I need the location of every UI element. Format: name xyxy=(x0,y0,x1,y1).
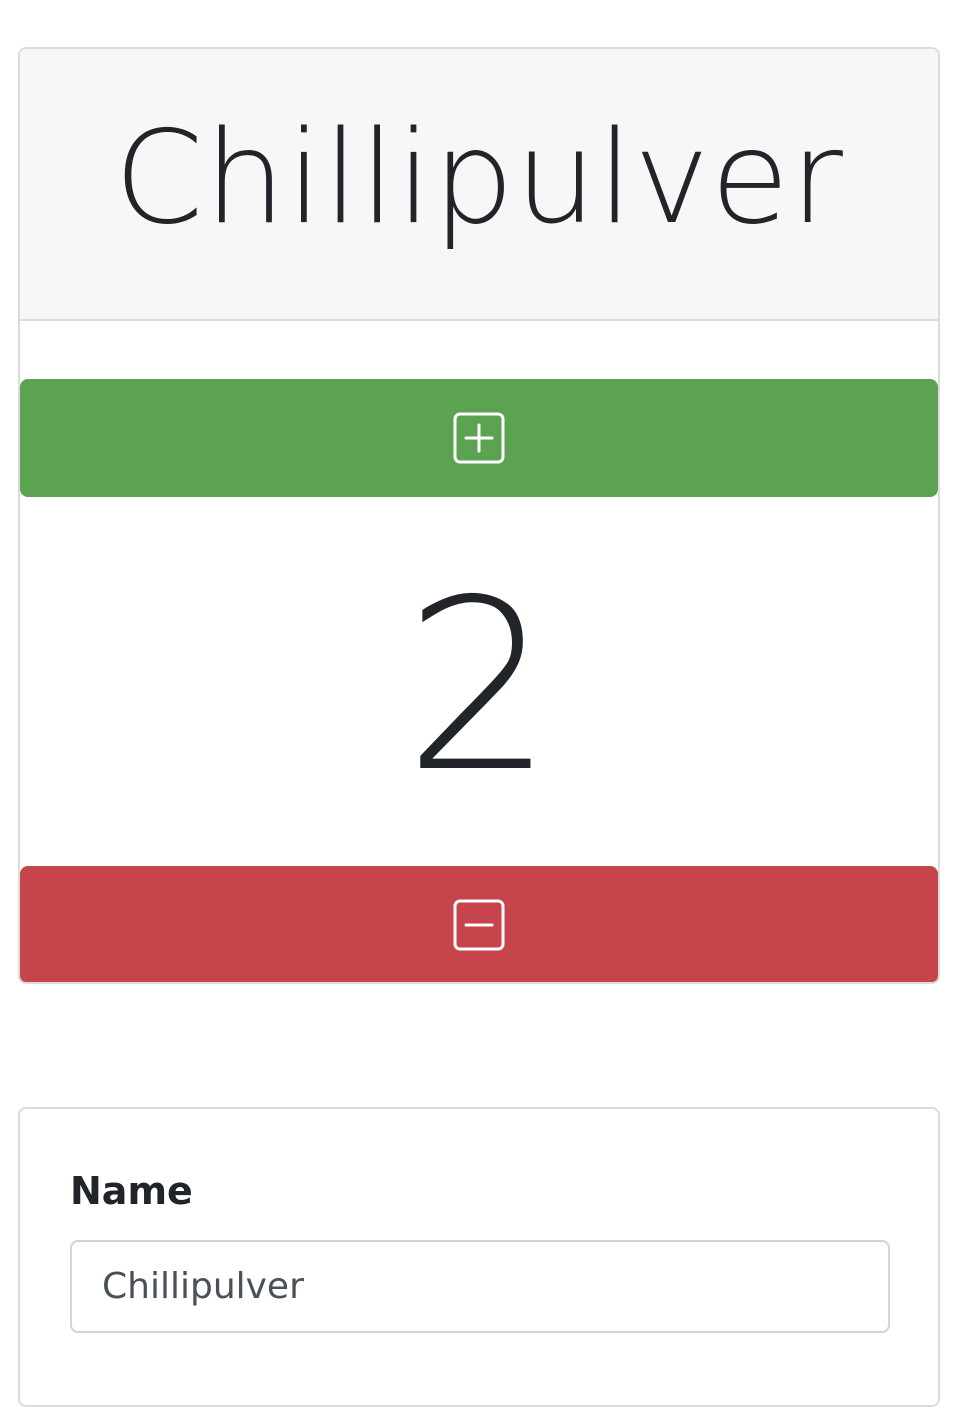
name-input[interactable] xyxy=(70,1240,890,1333)
minus-square-icon xyxy=(453,899,505,951)
card-header: Chillipulver xyxy=(20,49,938,321)
count-value: 2 xyxy=(403,549,555,824)
name-label: Name xyxy=(70,1169,193,1213)
increment-button[interactable] xyxy=(20,379,938,497)
counter-card: Chillipulver 2 xyxy=(18,47,940,984)
decrement-button[interactable] xyxy=(20,866,938,982)
edit-form-card: Name xyxy=(18,1107,940,1407)
item-title: Chillipulver xyxy=(114,104,844,253)
plus-square-icon xyxy=(453,412,505,464)
